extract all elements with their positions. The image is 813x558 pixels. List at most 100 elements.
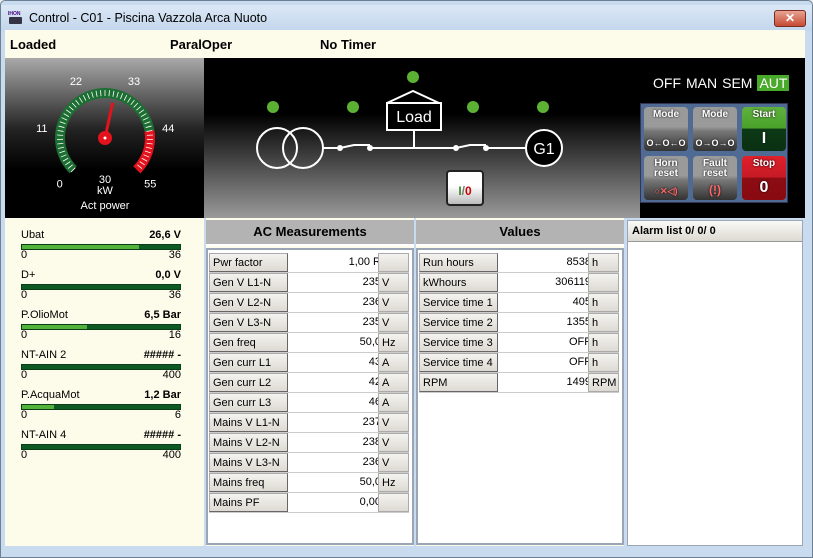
- row-value: 236: [362, 296, 381, 308]
- row-unit: [588, 273, 619, 292]
- ac-measurements-table: Pwr factor 1,00 R Gen V L1-N 235 V Gen V L2-N…: [206, 248, 414, 545]
- table-row: Gen curr L2 42 A: [209, 373, 409, 393]
- row-unit: V: [378, 313, 409, 332]
- table-row: Mains PF 0,00: [209, 493, 409, 513]
- row-unit: h: [588, 293, 619, 312]
- row-label-button[interactable]: Gen V L1-N: [209, 273, 288, 292]
- analog-max: 400: [162, 449, 181, 461]
- row-unit: A: [378, 373, 409, 392]
- stop-button[interactable]: Stop 0: [742, 156, 786, 200]
- analog-value: ##### -: [143, 349, 181, 361]
- table-row: Gen curr L1 43 A: [209, 353, 409, 373]
- row-value: 236: [362, 456, 381, 468]
- table-row: Mains V L2-N 238 V: [209, 433, 409, 453]
- table-row: Service time 3 OFF h: [419, 333, 619, 353]
- table-row: Gen V L1-N 235 V: [209, 273, 409, 293]
- power-gauge: 0 11 22 33 44 55 30 kW Act power: [5, 58, 204, 218]
- breaker-toggle-button[interactable]: I/0: [446, 170, 484, 206]
- row-value: 235: [362, 276, 381, 288]
- analog-value: 26,6 V: [149, 229, 181, 241]
- led-mains: [267, 101, 279, 113]
- led-mcb: [347, 101, 359, 113]
- analog-max: 36: [168, 249, 181, 261]
- table-row: Gen freq 50,0 Hz: [209, 333, 409, 353]
- row-label-button[interactable]: RPM: [419, 373, 498, 392]
- row-label-button[interactable]: Gen freq: [209, 333, 288, 352]
- ac-measurements-header: AC Measurements: [206, 220, 414, 246]
- window-title: Control - C01 - Piscina Vazzola Arca Nuo…: [29, 11, 268, 25]
- row-unit: [378, 253, 409, 272]
- gauge-tick-label: 0: [57, 178, 63, 190]
- timer-status: No Timer: [320, 37, 377, 52]
- analog-min: 0: [21, 409, 28, 421]
- analog-name: NT-AIN 4: [21, 429, 67, 441]
- row-label-button[interactable]: Mains V L3-N: [209, 453, 288, 472]
- fault-reset-button[interactable]: Fault reset (!): [693, 156, 737, 200]
- table-row: Service time 1 405 h: [419, 293, 619, 313]
- gauge-tick: [100, 90, 102, 97]
- analog-bar-track: [21, 244, 181, 250]
- mode-selector: OFF MAN SEM AUT: [653, 75, 794, 91]
- row-label-button[interactable]: kWhours: [419, 273, 498, 292]
- load-label: Load: [396, 109, 432, 126]
- row-unit: h: [588, 333, 619, 352]
- analog-name: P.OlioMot: [21, 309, 68, 321]
- start-button[interactable]: Start I: [742, 107, 786, 151]
- table-row: Service time 4 OFF h: [419, 353, 619, 373]
- row-label-button[interactable]: Gen V L2-N: [209, 293, 288, 312]
- row-label-button[interactable]: Pwr factor: [209, 253, 288, 272]
- mode-aut[interactable]: AUT: [757, 75, 790, 91]
- table-row: Mains freq 50,0 Hz: [209, 473, 409, 493]
- led-gen: [537, 101, 549, 113]
- row-label-button[interactable]: Run hours: [419, 253, 498, 272]
- close-button[interactable]: ✕: [774, 10, 806, 27]
- app-icon: IHON: [8, 11, 24, 25]
- analog-max: 400: [162, 369, 181, 381]
- analog-value: 6,5 Bar: [144, 309, 181, 321]
- mode-right-button[interactable]: Mode O→O→O: [693, 107, 737, 151]
- row-label-button[interactable]: Service time 4: [419, 353, 498, 372]
- row-label-button[interactable]: Mains V L2-N: [209, 433, 288, 452]
- row-value: 8538: [566, 256, 591, 268]
- analog-max: 36: [168, 289, 181, 301]
- row-unit: V: [378, 273, 409, 292]
- row-label-button[interactable]: Service time 3: [419, 333, 498, 352]
- row-label-button[interactable]: Gen curr L2: [209, 373, 288, 392]
- control-panel: OFF MAN SEM AUT Mode O←O←O Mode O→O→O Start I …: [640, 58, 805, 218]
- table-row: Run hours 8538 h: [419, 253, 619, 273]
- row-label-button[interactable]: Mains PF: [209, 493, 288, 512]
- row-label-button[interactable]: Mains V L1-N: [209, 413, 288, 432]
- mains-breaker-icon: [339, 144, 370, 149]
- analog-min: 0: [21, 329, 28, 341]
- alarm-list[interactable]: Alarm list 0/ 0/ 0: [627, 220, 803, 546]
- table-row: kWhours 306119: [419, 273, 619, 293]
- analog-min: 0: [21, 249, 28, 261]
- row-unit: A: [378, 393, 409, 412]
- analog-name: NT-AIN 2: [21, 349, 67, 361]
- engine-state: Loaded: [10, 37, 57, 52]
- table-row: Gen curr L3 46 A: [209, 393, 409, 413]
- analog-min: 0: [21, 369, 28, 381]
- row-value: 50,0: [359, 336, 381, 348]
- row-label-button[interactable]: Service time 1: [419, 293, 498, 312]
- row-label-button[interactable]: Service time 2: [419, 313, 498, 332]
- mode-left-icon: O←O←O: [646, 138, 686, 148]
- row-label-button[interactable]: Gen curr L1: [209, 353, 288, 372]
- mode-sem[interactable]: SEM: [722, 75, 752, 91]
- mode-left-button[interactable]: Mode O←O←O: [644, 107, 688, 151]
- row-label-button[interactable]: Gen curr L3: [209, 393, 288, 412]
- analog-bar-track: [21, 364, 181, 370]
- row-value: 238: [362, 436, 381, 448]
- table-row: Mains V L1-N 237 V: [209, 413, 409, 433]
- title-bar: IHON Control - C01 - Piscina Vazzola Arc…: [1, 5, 812, 31]
- mode-off[interactable]: OFF: [653, 75, 681, 91]
- row-value: 306119: [555, 276, 591, 288]
- mode-man[interactable]: MAN: [686, 75, 717, 91]
- row-value: 405: [572, 296, 591, 308]
- gauge-tick-label: 22: [70, 76, 82, 88]
- horn-reset-button[interactable]: Horn reset ○✕◁): [644, 156, 688, 200]
- row-value: 235: [362, 316, 381, 328]
- row-label-button[interactable]: Mains freq: [209, 473, 288, 492]
- row-label-button[interactable]: Gen V L3-N: [209, 313, 288, 332]
- values-panel: Values Run hours 8538 h kWhours 306119 Servic…: [416, 218, 624, 546]
